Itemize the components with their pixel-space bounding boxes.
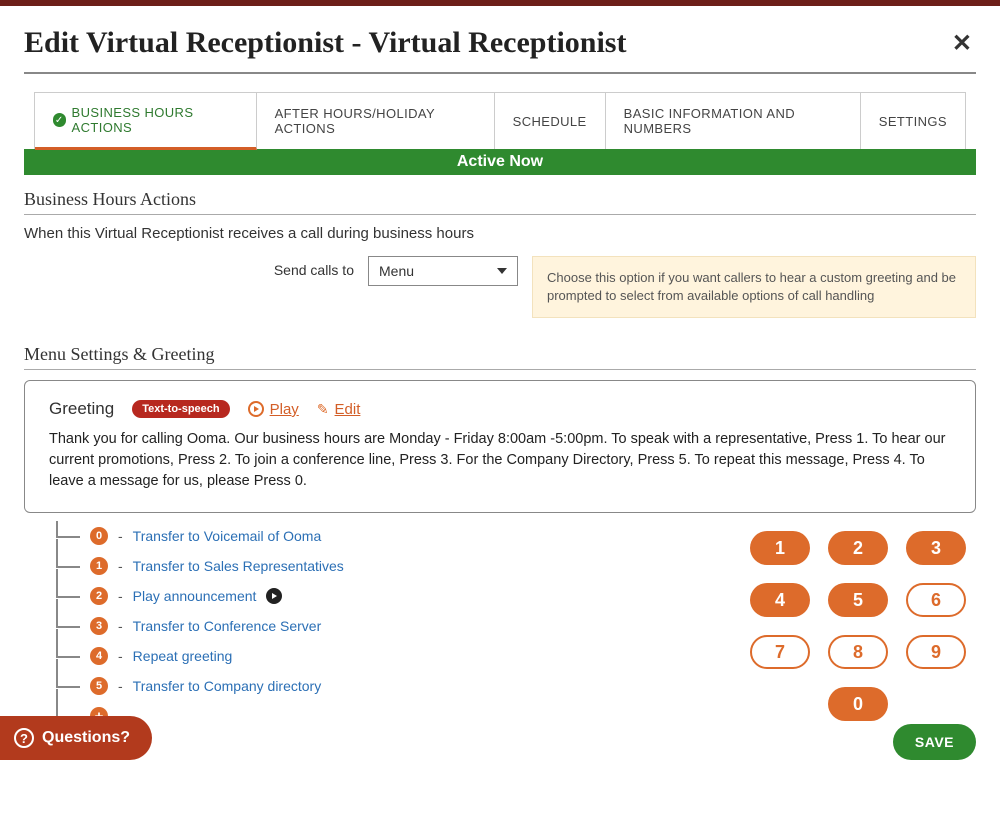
tab-business-hours[interactable]: ✓ BUSINESS HOURS ACTIONS: [35, 93, 257, 150]
save-button[interactable]: SAVE: [893, 724, 976, 760]
tree-target[interactable]: Play announcement: [133, 588, 257, 604]
keypad-6[interactable]: 6: [906, 583, 966, 617]
tree-target[interactable]: Ooma: [283, 528, 321, 544]
edit-greeting-button[interactable]: ✎ Edit: [317, 401, 361, 418]
tab-label: BUSINESS HOURS ACTIONS: [72, 105, 238, 135]
tree-item-3[interactable]: 3 - Transfer to Conference Server: [50, 611, 736, 641]
pencil-icon: ✎: [317, 401, 329, 418]
check-circle-icon: ✓: [53, 113, 66, 127]
keypad-8[interactable]: 8: [828, 635, 888, 669]
tree-prefix: Transfer to Voicemail of: [133, 528, 283, 544]
send-calls-select[interactable]: Menu: [368, 256, 518, 286]
greeting-card: Greeting Text-to-speech Play ✎ Edit Than…: [24, 380, 976, 513]
keypad-5[interactable]: 5: [828, 583, 888, 617]
tab-after-hours[interactable]: AFTER HOURS/HOLIDAY ACTIONS: [257, 93, 495, 149]
keypad-1[interactable]: 1: [750, 531, 810, 565]
questions-label: Questions?: [42, 729, 130, 747]
menu-tree: 0 - Transfer to Voicemail of Ooma 1 - Tr…: [24, 521, 736, 731]
send-calls-value: Menu: [379, 263, 414, 279]
section-title-menu: Menu Settings & Greeting: [24, 344, 976, 370]
separator: -: [118, 618, 123, 634]
send-calls-label: Send calls to: [24, 256, 354, 278]
tree-item-4[interactable]: 4 - Repeat greeting: [50, 641, 736, 671]
play-label: Play: [270, 401, 299, 418]
keypad-4[interactable]: 4: [750, 583, 810, 617]
question-icon: ?: [14, 728, 34, 748]
tree-item-5[interactable]: 5 - Transfer to Company directory: [50, 671, 736, 701]
play-greeting-button[interactable]: Play: [248, 401, 299, 418]
tree-item-2[interactable]: 2 - Play announcement: [50, 581, 736, 611]
separator: -: [118, 588, 123, 604]
play-icon: [248, 401, 264, 417]
separator: -: [118, 558, 123, 574]
separator: -: [118, 678, 123, 694]
tree-item-1[interactable]: 1 - Transfer to Sales Representatives: [50, 551, 736, 581]
section-intro: When this Virtual Receptionist receives …: [24, 225, 976, 242]
digit-badge: 4: [90, 647, 108, 665]
separator: -: [118, 648, 123, 664]
tree-target[interactable]: Repeat greeting: [133, 648, 233, 664]
tab-basic-info[interactable]: BASIC INFORMATION AND NUMBERS: [606, 93, 861, 149]
close-icon[interactable]: ✕: [948, 29, 976, 58]
help-bubble: Choose this option if you want callers t…: [532, 256, 976, 318]
greeting-label: Greeting: [49, 399, 114, 419]
keypad-7[interactable]: 7: [750, 635, 810, 669]
digit-badge: 0: [90, 527, 108, 545]
digit-badge: 1: [90, 557, 108, 575]
greeting-text: Thank you for calling Ooma. Our business…: [49, 429, 951, 492]
tts-badge: Text-to-speech: [132, 400, 229, 418]
section-title-business-hours: Business Hours Actions: [24, 189, 976, 215]
tree-item-0[interactable]: 0 - Transfer to Voicemail of Ooma: [50, 521, 736, 551]
tree-target[interactable]: Transfer to Company directory: [133, 678, 322, 694]
digit-badge: 3: [90, 617, 108, 635]
digit-badge: 5: [90, 677, 108, 695]
tree-prefix: Transfer to: [133, 558, 204, 574]
edit-label: Edit: [335, 401, 361, 418]
tabs: ✓ BUSINESS HOURS ACTIONS AFTER HOURS/HOL…: [34, 92, 966, 149]
keypad-9[interactable]: 9: [906, 635, 966, 669]
keypad-3[interactable]: 3: [906, 531, 966, 565]
modal-title: Edit Virtual Receptionist - Virtual Rece…: [24, 26, 626, 60]
active-now-banner: Active Now: [24, 149, 976, 175]
tab-schedule[interactable]: SCHEDULE: [495, 93, 606, 149]
separator: -: [118, 528, 123, 544]
tab-settings[interactable]: SETTINGS: [861, 93, 965, 149]
digit-badge: 2: [90, 587, 108, 605]
questions-button[interactable]: ? Questions?: [0, 716, 152, 760]
tree-target[interactable]: Sales Representatives: [204, 558, 344, 574]
tree-target[interactable]: Transfer to Conference Server: [133, 618, 322, 634]
keypad-2[interactable]: 2: [828, 531, 888, 565]
play-announcement-icon[interactable]: [266, 588, 282, 604]
keypad: 1 2 3 4 5 6 7 8 9 0: [736, 531, 976, 721]
chevron-down-icon: [497, 268, 507, 274]
